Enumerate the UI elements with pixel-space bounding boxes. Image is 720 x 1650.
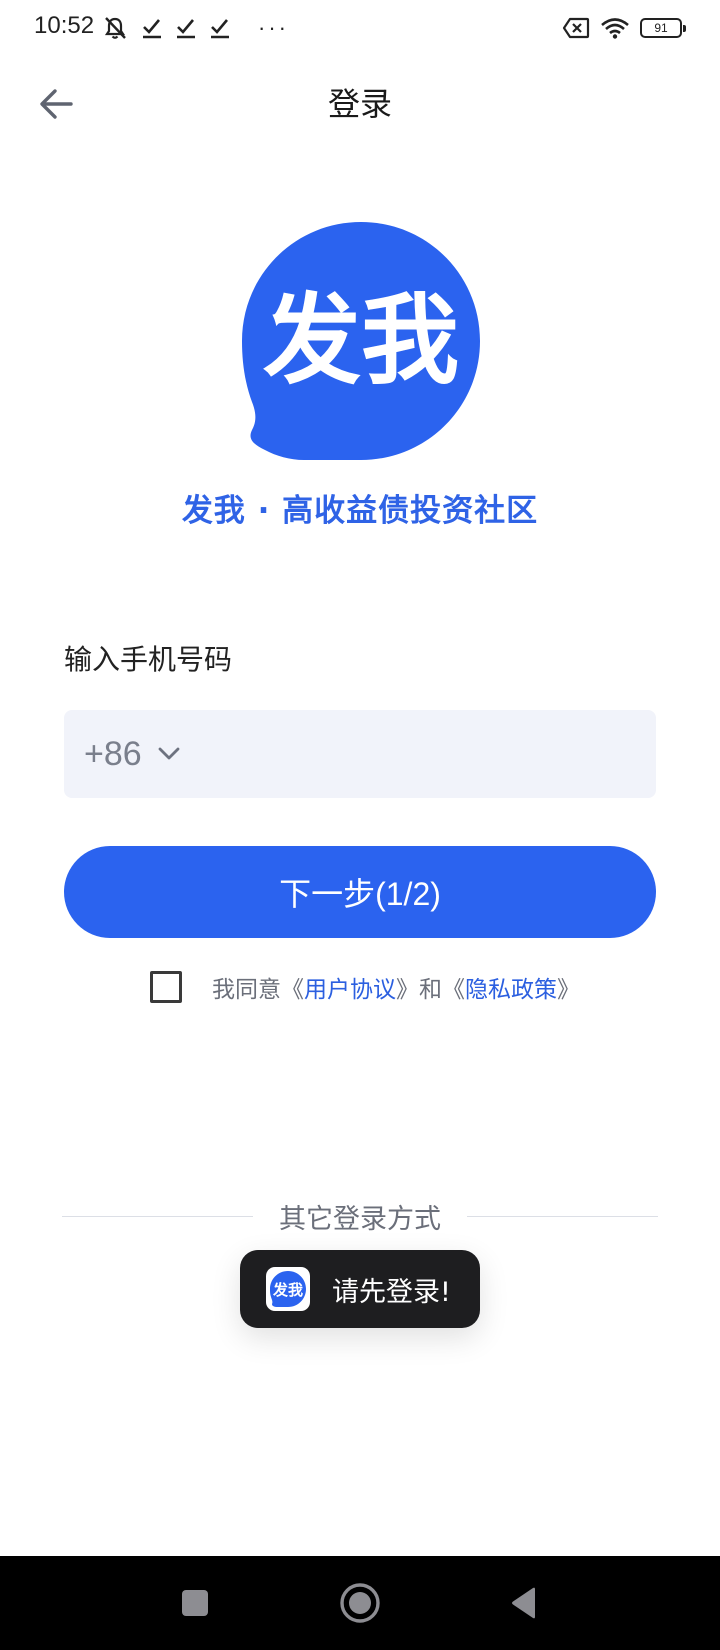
- wifi-icon: [601, 18, 629, 39]
- checkmark-icon: [143, 19, 161, 39]
- agreement-text: 我同意《用户协议》和《隐私政策》: [212, 970, 580, 1004]
- recent-apps-button[interactable]: [155, 1556, 235, 1650]
- app-logo: 发我: [242, 222, 480, 460]
- country-code-selector[interactable]: +86: [84, 735, 142, 774]
- phone-field: +86: [64, 709, 656, 799]
- system-back-button[interactable]: [484, 1556, 564, 1650]
- agreement-suffix: 》: [557, 977, 580, 1003]
- back-triangle-icon: [512, 1587, 535, 1619]
- agree-checkbox[interactable]: [150, 971, 182, 1003]
- home-icon: [340, 1583, 380, 1623]
- toast-icon-text: 发我: [272, 1281, 303, 1299]
- agreement-middle: 》和《: [396, 977, 465, 1003]
- status-more-dots: ···: [258, 15, 289, 40]
- checkmark-icon: [211, 19, 229, 39]
- divider-line-right: [467, 1215, 658, 1217]
- other-login-label: 其它登录方式: [279, 1203, 441, 1235]
- battery-icon: 91: [640, 18, 686, 38]
- other-login-divider: 其它登录方式: [62, 1196, 658, 1236]
- divider-line-left: [62, 1215, 253, 1217]
- agreement-prefix: 我同意《: [212, 977, 304, 1003]
- agreement-row: 我同意《用户协议》和《隐私政策》: [150, 968, 580, 1006]
- slogan: 发我 · 高收益债投资社区: [181, 493, 539, 529]
- privacy-policy-link[interactable]: 隐私政策: [465, 977, 557, 1003]
- logo-text: 发我: [263, 284, 459, 398]
- home-button[interactable]: [320, 1556, 400, 1650]
- phone-input[interactable]: [179, 709, 656, 799]
- status-right-icons: 91: [562, 12, 686, 44]
- status-time: 10:52: [34, 12, 95, 39]
- toast-message: 请先登录!: [332, 1276, 451, 1308]
- phone-label: 输入手机号码: [64, 643, 233, 676]
- status-bar: 10:52 ··· 91: [0, 0, 720, 56]
- system-nav-bar: [0, 1556, 720, 1650]
- next-step-button[interactable]: 下一步(1/2): [64, 846, 656, 938]
- user-agreement-link[interactable]: 用户协议: [304, 977, 396, 1003]
- status-left-icons: ···: [102, 12, 289, 44]
- sim-x-icon: [562, 17, 590, 39]
- toast: 发我 请先登录!: [240, 1250, 480, 1328]
- toast-app-icon: 发我: [266, 1267, 310, 1311]
- mute-bell-icon: [104, 17, 126, 39]
- page-title: 登录: [327, 85, 392, 123]
- checkmark-icon: [177, 19, 195, 39]
- login-screen: 10:52 ··· 91 登录 发我 发我 · 高收益债投资社区 输入手机号码 …: [0, 0, 720, 1650]
- battery-level: 91: [654, 21, 668, 35]
- recent-apps-icon: [182, 1590, 208, 1616]
- chevron-down-icon[interactable]: [158, 747, 180, 761]
